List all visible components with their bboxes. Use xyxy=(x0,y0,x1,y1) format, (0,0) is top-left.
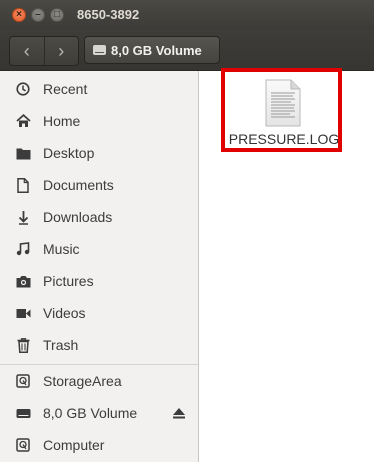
sidebar-item-label: Desktop xyxy=(43,145,95,161)
clock-icon xyxy=(15,81,31,97)
sidebar-item-label: 8,0 GB Volume xyxy=(43,405,138,421)
sidebar-item-music[interactable]: Music xyxy=(0,233,198,265)
download-icon xyxy=(15,209,31,225)
window-title: 8650-3892 xyxy=(77,7,140,22)
maximize-window-button[interactable]: □ xyxy=(50,8,64,22)
eject-icon[interactable] xyxy=(172,406,186,420)
sidebar-item-pictures[interactable]: Pictures xyxy=(0,265,198,297)
sidebar-item-label: Downloads xyxy=(43,209,113,225)
computer-icon xyxy=(15,437,31,453)
camera-icon xyxy=(15,273,31,289)
close-window-button[interactable]: × xyxy=(12,8,26,22)
drive-icon xyxy=(93,45,106,55)
sidebar-item-label: Trash xyxy=(43,337,79,353)
sidebar-item-label: Recent xyxy=(43,81,88,97)
sidebar-item-label: Home xyxy=(43,113,81,129)
forward-button[interactable]: › xyxy=(43,37,79,65)
video-icon xyxy=(15,305,31,321)
sidebar-item-home[interactable]: Home xyxy=(0,105,198,137)
sidebar-item-label: Videos xyxy=(43,305,86,321)
toolbar: ‹ › 8,0 GB Volume xyxy=(0,30,374,71)
sidebar-item-label: Music xyxy=(43,241,80,257)
sidebar-item-documents[interactable]: Documents xyxy=(0,169,198,201)
sidebar-item-videos[interactable]: Videos xyxy=(0,297,198,329)
sidebar-item-computer[interactable]: Computer xyxy=(0,429,198,461)
sidebar-item-label: StorageArea xyxy=(43,373,122,389)
usb-drive-icon xyxy=(15,405,31,421)
drive-icon xyxy=(15,373,31,389)
sidebar-item-recent[interactable]: Recent xyxy=(0,73,198,105)
file-manager-window: × – □ 8650-3892 ‹ › 8,0 GB Volume Recent xyxy=(0,0,374,462)
sidebar: Recent Home Desktop Documents Downloads xyxy=(0,71,199,462)
chevron-left-icon: ‹ xyxy=(23,40,30,61)
folder-icon xyxy=(15,145,31,161)
sidebar-item-label: Pictures xyxy=(43,273,94,289)
trash-icon xyxy=(15,337,31,353)
sidebar-item-downloads[interactable]: Downloads xyxy=(0,201,198,233)
title-bar: × – □ 8650-3892 xyxy=(0,0,374,30)
sidebar-item-desktop[interactable]: Desktop xyxy=(0,137,198,169)
highlight-box xyxy=(221,68,342,152)
sidebar-item-label: Documents xyxy=(43,177,114,193)
minimize-window-button[interactable]: – xyxy=(31,8,45,22)
home-icon xyxy=(15,113,31,129)
document-icon xyxy=(15,177,31,193)
navigation-group: ‹ › xyxy=(9,36,79,66)
back-button[interactable]: ‹ xyxy=(10,37,44,65)
sidebar-item-storagearea[interactable]: StorageArea xyxy=(0,365,198,397)
music-icon xyxy=(15,241,31,257)
location-label: 8,0 GB Volume xyxy=(111,42,202,58)
sidebar-item-label: Computer xyxy=(43,437,105,453)
chevron-right-icon: › xyxy=(58,40,65,61)
location-button[interactable]: 8,0 GB Volume xyxy=(84,36,220,64)
sidebar-item-volume[interactable]: 8,0 GB Volume xyxy=(0,397,198,429)
sidebar-item-trash[interactable]: Trash xyxy=(0,329,198,361)
